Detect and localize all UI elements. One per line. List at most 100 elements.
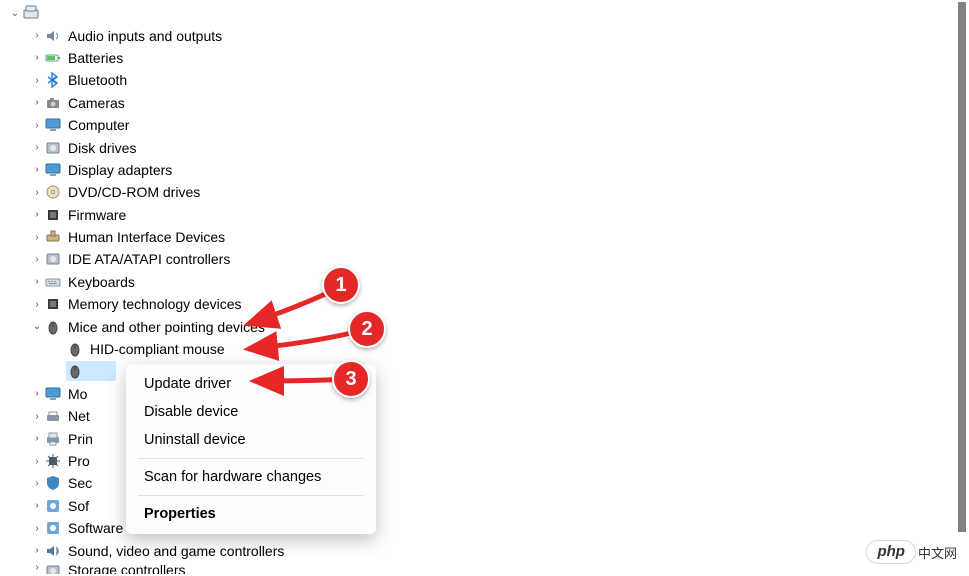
- tree-item-label: Cameras: [68, 95, 129, 111]
- disk-icon: [44, 139, 62, 157]
- tree-item-display-adapters[interactable]: › Display adapters: [30, 159, 928, 181]
- tree-item-label: Bluetooth: [68, 72, 131, 88]
- tree-item-label: Mo: [68, 386, 91, 402]
- chevron-right-icon[interactable]: ›: [30, 545, 44, 556]
- chevron-right-icon[interactable]: ›: [30, 187, 44, 198]
- tree-item-bluetooth[interactable]: › Bluetooth: [30, 69, 928, 91]
- monitor-icon: [44, 385, 62, 403]
- software-component-icon: [44, 497, 62, 515]
- tree-item-batteries[interactable]: › Batteries: [30, 47, 928, 69]
- keyboard-icon: [44, 273, 62, 291]
- chevron-right-icon[interactable]: ›: [30, 97, 44, 108]
- chevron-right-icon[interactable]: ›: [30, 120, 44, 131]
- tree-item-label: Human Interface Devices: [68, 229, 229, 245]
- tree-item-dvd[interactable]: › DVD/CD-ROM drives: [30, 181, 928, 203]
- selected-node[interactable]: [66, 361, 116, 381]
- chevron-right-icon[interactable]: ›: [30, 299, 44, 310]
- optical-icon: [44, 183, 62, 201]
- tree-item-label: Sec: [68, 475, 96, 491]
- camera-icon: [44, 94, 62, 112]
- battery-icon: [44, 49, 62, 67]
- tree-item-label: Net: [68, 408, 94, 424]
- ctx-disable-device[interactable]: Disable device: [126, 398, 376, 426]
- tree-root-row[interactable]: ⌄: [8, 2, 928, 24]
- tree-item-label: Software: [68, 520, 127, 536]
- tree-item-hid-mouse[interactable]: · HID-compliant mouse: [52, 338, 928, 360]
- tree-item-audio[interactable]: › Audio inputs and outputs: [30, 24, 928, 46]
- tree-item-label: Firmware: [68, 207, 130, 223]
- scrollbar-track[interactable]: [955, 0, 969, 576]
- tree-item-label: DVD/CD-ROM drives: [68, 184, 204, 200]
- processor-icon: [44, 452, 62, 470]
- chevron-right-icon[interactable]: ›: [30, 52, 44, 63]
- tree-item-label: Pro: [68, 453, 94, 469]
- tree-item-label: Computer: [68, 117, 133, 133]
- tree-item-label: Sof: [68, 498, 93, 514]
- chevron-right-icon[interactable]: ›: [30, 478, 44, 489]
- tree-item-label: Memory technology devices: [68, 296, 246, 312]
- ctx-uninstall-device[interactable]: Uninstall device: [126, 426, 376, 454]
- watermark: php 中文网: [866, 540, 957, 564]
- separator: [138, 495, 364, 496]
- chevron-right-icon[interactable]: ›: [30, 433, 44, 444]
- firmware-icon: [44, 206, 62, 224]
- tree-item-label: Batteries: [68, 50, 127, 66]
- annotation-badge-2: 2: [348, 310, 386, 348]
- storage-controller-icon: [44, 250, 62, 268]
- tree-item-label: Audio inputs and outputs: [68, 28, 226, 44]
- separator: [138, 458, 364, 459]
- tree-item-ide[interactable]: › IDE ATA/ATAPI controllers: [30, 248, 928, 270]
- memory-icon: [44, 295, 62, 313]
- chevron-right-icon[interactable]: ›: [30, 456, 44, 467]
- watermark-text: 中文网: [918, 543, 957, 562]
- network-icon: [44, 407, 62, 425]
- chevron-right-icon[interactable]: ›: [30, 562, 44, 573]
- tree-item-mice[interactable]: ⌄ Mice and other pointing devices: [30, 315, 928, 337]
- tree-item-label: Mice and other pointing devices: [68, 319, 269, 335]
- annotation-badge-1: 1: [322, 266, 360, 304]
- scrollbar-thumb[interactable]: [958, 2, 966, 532]
- chevron-right-icon[interactable]: ›: [30, 164, 44, 175]
- printer-icon: [44, 430, 62, 448]
- monitor-icon: [44, 116, 62, 134]
- tree-item-label: Prin: [68, 431, 97, 447]
- tree-item-label: Keyboards: [68, 274, 139, 290]
- chevron-right-icon[interactable]: ›: [30, 254, 44, 265]
- chevron-down-icon[interactable]: ⌄: [30, 321, 44, 332]
- tree-item-disk-drives[interactable]: › Disk drives: [30, 136, 928, 158]
- ctx-properties[interactable]: Properties: [126, 500, 376, 528]
- tree-item-keyboards[interactable]: › Keyboards: [30, 271, 928, 293]
- sound-icon: [44, 542, 62, 560]
- storage-controller-icon: [44, 562, 62, 574]
- chevron-right-icon[interactable]: ›: [30, 30, 44, 41]
- tree-item-label: Storage controllers: [68, 562, 190, 574]
- chevron-right-icon[interactable]: ›: [30, 411, 44, 422]
- chevron-right-icon[interactable]: ›: [30, 276, 44, 287]
- tree-item-label: Disk drives: [68, 140, 140, 156]
- hid-icon: [44, 228, 62, 246]
- chevron-down-icon[interactable]: ⌄: [8, 8, 22, 19]
- tree-item-computer[interactable]: › Computer: [30, 114, 928, 136]
- tree-item-firmware[interactable]: › Firmware: [30, 204, 928, 226]
- tree-item-memory[interactable]: › Memory technology devices: [30, 293, 928, 315]
- tree-item-sound[interactable]: › Sound, video and game controllers: [30, 539, 928, 561]
- ctx-scan-hardware[interactable]: Scan for hardware changes: [126, 463, 376, 491]
- tree-item-cameras[interactable]: › Cameras: [30, 92, 928, 114]
- chevron-right-icon[interactable]: ›: [30, 75, 44, 86]
- chevron-right-icon[interactable]: ›: [30, 523, 44, 534]
- chevron-right-icon[interactable]: ›: [30, 209, 44, 220]
- tree-item-label: Display adapters: [68, 162, 176, 178]
- tree-item-label: HID-compliant mouse: [90, 341, 229, 357]
- chevron-right-icon[interactable]: ›: [30, 500, 44, 511]
- chevron-right-icon[interactable]: ›: [30, 388, 44, 399]
- mouse-icon: [66, 340, 84, 358]
- tree-item-storage-controllers[interactable]: › Storage controllers: [30, 562, 928, 574]
- software-device-icon: [44, 519, 62, 537]
- chevron-right-icon[interactable]: ›: [30, 232, 44, 243]
- computer-root-icon: [22, 4, 40, 22]
- tree-item-hid[interactable]: › Human Interface Devices: [30, 226, 928, 248]
- chevron-right-icon[interactable]: ›: [30, 142, 44, 153]
- annotation-badge-3: 3: [332, 360, 370, 398]
- speaker-icon: [44, 27, 62, 45]
- display-adapter-icon: [44, 161, 62, 179]
